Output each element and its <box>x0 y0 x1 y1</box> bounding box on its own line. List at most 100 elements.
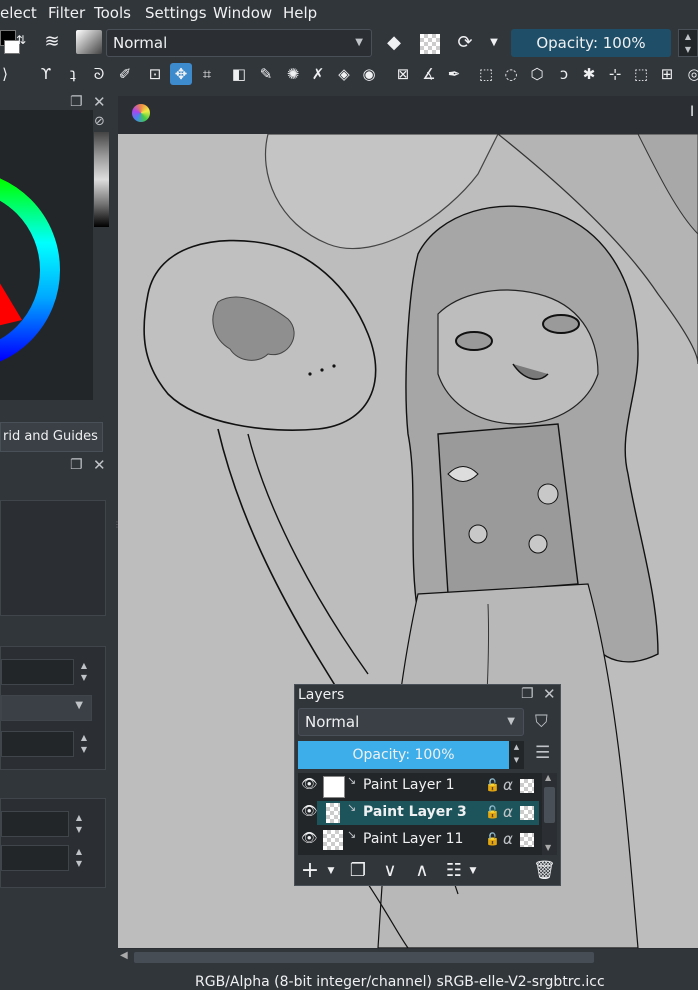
layer-opacity-spinbox[interactable]: ▲ ▼ <box>509 741 524 769</box>
value-field[interactable] <box>1 811 69 837</box>
lock-icon[interactable]: 🔓 <box>485 832 500 846</box>
tab-grid-and-guides[interactable]: rid and Guides <box>0 422 103 452</box>
swap-colors-icon[interactable]: ⇅ <box>14 28 28 52</box>
freehand-select-icon[interactable]: ↄ <box>553 63 575 85</box>
scroll-down-icon[interactable]: ▼ <box>545 843 551 852</box>
opacity-spinbox[interactable]: ▲ ▼ <box>678 29 698 57</box>
dynamic-brush-icon[interactable]: ✐ <box>114 63 136 85</box>
close-docker-icon[interactable]: ✕ <box>93 456 106 474</box>
option-select[interactable]: ▼ <box>1 695 92 721</box>
chevron-down-icon[interactable]: ▼ <box>486 31 502 55</box>
value-field[interactable] <box>1 659 74 685</box>
curve-tool-icon[interactable]: ʇ <box>62 63 84 85</box>
reference-tool-icon[interactable]: ✒ <box>443 63 465 85</box>
multibrush-tool-icon[interactable]: ϒ <box>35 63 57 85</box>
alpha-lock-icon[interactable]: α <box>503 803 513 821</box>
add-layer-icon[interactable]: + <box>300 859 320 883</box>
value-field[interactable] <box>1 731 74 757</box>
blend-mode-select[interactable]: Normal ▼ <box>106 29 372 57</box>
menu-settings[interactable]: Settings <box>145 4 207 22</box>
inherit-alpha-icon[interactable] <box>520 833 534 847</box>
color-history-swatches[interactable] <box>94 132 109 227</box>
bezier-select-icon[interactable]: ⬚ <box>630 63 652 85</box>
measure-tool-icon[interactable]: ∡ <box>418 63 440 85</box>
layer-opacity-slider[interactable]: Opacity: 100% <box>298 741 509 769</box>
chevron-down-icon[interactable]: ▼ <box>325 859 337 883</box>
crop-tool-icon[interactable]: ⌗ <box>196 63 218 85</box>
close-docker-icon[interactable]: ✕ <box>93 93 106 111</box>
rect-select-icon[interactable]: ⬚ <box>475 63 497 85</box>
scrollbar-thumb[interactable] <box>134 952 594 963</box>
delete-layer-icon[interactable]: 🗑 <box>533 859 556 883</box>
layer-menu-icon[interactable]: ☰ <box>535 743 550 763</box>
splitter-handle[interactable]: ⋮ <box>113 520 121 540</box>
duplicate-layer-icon[interactable]: ❐ <box>347 859 369 883</box>
layer-item-selected[interactable]: 👁 ↘ Paint Layer 3 🔓 α <box>301 801 539 825</box>
brush-settings-icon[interactable]: ≋ <box>40 30 64 54</box>
reload-preset-icon[interactable]: ⟳ <box>453 31 477 55</box>
visibility-eye-icon[interactable]: 👁 <box>301 804 318 819</box>
menu-bar: elect Filter Tools Settings Window Help <box>0 0 698 26</box>
alpha-lock-icon[interactable] <box>420 34 440 54</box>
spin-arrows-icon[interactable]: ▲ ▼ <box>72 846 86 870</box>
horizontal-scrollbar[interactable]: ◀ <box>118 949 698 966</box>
gradient-tool-icon[interactable]: ◧ <box>228 63 250 85</box>
colorize-mask-icon[interactable]: ✗ <box>307 63 329 85</box>
close-docker-icon[interactable]: ✕ <box>543 685 556 703</box>
scrollbar-thumb[interactable] <box>544 787 555 823</box>
freehand-path-icon[interactable]: ᘐ <box>88 63 110 85</box>
lock-icon[interactable]: 🔓 <box>485 805 500 819</box>
layer-properties-icon[interactable]: ☷ <box>443 859 465 883</box>
enclose-fill-icon[interactable]: ◉ <box>358 63 380 85</box>
move-layer-down-icon[interactable]: ∨ <box>379 859 401 883</box>
layer-blend-mode-select[interactable]: Normal ▼ <box>298 708 524 736</box>
menu-window[interactable]: Window <box>213 4 272 22</box>
layer-item[interactable]: 👁 ↘ Paint Layer 11 🔓 α <box>301 828 539 852</box>
fill-tool-icon[interactable]: ◈ <box>333 63 355 85</box>
chevron-down-icon[interactable]: ▼ <box>467 859 479 883</box>
float-docker-icon[interactable]: ❐ <box>70 94 83 110</box>
layer-list-scrollbar[interactable]: ▲ ▼ <box>542 773 557 855</box>
assistant-tool-icon[interactable]: ⊠ <box>392 63 414 85</box>
eraser-icon[interactable]: ◆ <box>382 31 406 55</box>
float-docker-icon[interactable]: ❐ <box>70 457 83 473</box>
filter-icon[interactable]: ⛉ <box>535 712 548 732</box>
menu-filter[interactable]: Filter <box>48 4 85 22</box>
value-field[interactable] <box>1 845 69 871</box>
alpha-lock-icon[interactable]: α <box>503 830 513 848</box>
contiguous-select-icon[interactable]: ✱ <box>578 63 600 85</box>
inherit-alpha-icon[interactable] <box>520 806 534 820</box>
advanced-color-selector[interactable] <box>0 110 93 400</box>
magnetic-select-icon[interactable]: ⊞ <box>656 63 678 85</box>
move-layer-up-icon[interactable]: ∧ <box>411 859 433 883</box>
scroll-up-icon[interactable]: ▲ <box>545 773 551 782</box>
clear-history-icon[interactable]: ⊘ <box>94 114 105 129</box>
document-tab[interactable]: I <box>690 104 694 120</box>
move-tool-icon[interactable]: ✥ <box>170 63 192 85</box>
visibility-eye-icon[interactable]: 👁 <box>301 831 318 846</box>
spin-arrows-icon[interactable]: ▲ ▼ <box>72 812 86 836</box>
layer-item[interactable]: 👁 ↘ Paint Layer 1 🔓 α <box>301 774 539 798</box>
spin-arrows-icon[interactable]: ▲ ▼ <box>77 660 91 684</box>
brush-preset-icon[interactable] <box>76 30 102 54</box>
smart-patch-icon[interactable]: ✺ <box>282 63 304 85</box>
lock-icon[interactable]: 🔓 <box>485 778 500 792</box>
similar-select-icon[interactable]: ⊹ <box>604 63 626 85</box>
pan-tool-icon[interactable]: ◎ <box>683 63 698 85</box>
opacity-slider[interactable]: Opacity: 100% <box>511 29 671 57</box>
bezier-tool-icon[interactable]: ⟩ <box>0 63 16 85</box>
visibility-eye-icon[interactable]: 👁 <box>301 777 318 792</box>
transform-tool-icon[interactable]: ⊡ <box>144 63 166 85</box>
color-picker-icon[interactable]: ✎ <box>255 63 277 85</box>
color-wheel[interactable] <box>0 110 93 400</box>
menu-help[interactable]: Help <box>283 4 317 22</box>
polygon-select-icon[interactable]: ⬡ <box>526 63 548 85</box>
menu-select[interactable]: elect <box>0 4 37 22</box>
ellipse-select-icon[interactable]: ◌ <box>500 63 522 85</box>
float-docker-icon[interactable]: ❐ <box>521 686 534 702</box>
alpha-lock-icon[interactable]: α <box>503 776 513 794</box>
spin-arrows-icon[interactable]: ▲ ▼ <box>77 732 91 756</box>
menu-tools[interactable]: Tools <box>94 4 131 22</box>
inherit-alpha-icon[interactable] <box>520 779 534 793</box>
scroll-left-icon[interactable]: ◀ <box>120 950 128 961</box>
